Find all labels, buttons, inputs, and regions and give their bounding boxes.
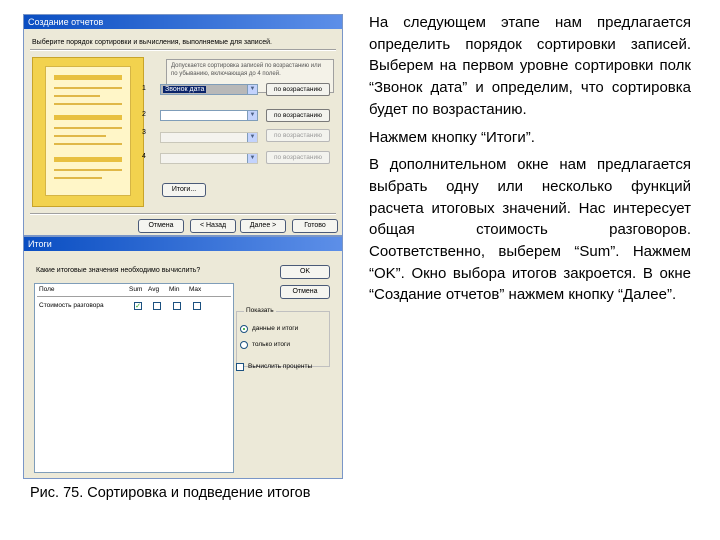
cancel-button[interactable]: Отмена bbox=[280, 285, 330, 299]
totals-only-radio[interactable] bbox=[240, 341, 248, 349]
next-button[interactable]: Далее > bbox=[240, 219, 286, 233]
cancel-button[interactable]: Отмена bbox=[138, 219, 184, 233]
sort-level-3-order-button[interactable]: по возрастанию bbox=[266, 129, 330, 142]
explanation-text: На следующем этапе нам предлагается опре… bbox=[369, 12, 691, 312]
preview-line bbox=[54, 127, 122, 129]
sort-level-1-value: Звонок дата bbox=[163, 86, 207, 93]
sort-level-3-combo[interactable]: ▼ bbox=[160, 132, 258, 143]
column-header-sum: Sum bbox=[129, 286, 143, 293]
detail-and-totals-radio[interactable] bbox=[240, 325, 248, 333]
column-header-max: Max bbox=[189, 286, 202, 293]
report-wizard-window: Создание отчетов Выберите порядок сортир… bbox=[23, 14, 343, 236]
sort-level-1-combo[interactable]: Звонок дата ▼ bbox=[160, 84, 258, 95]
paragraph: В дополнительном окне нам предлагается в… bbox=[369, 156, 691, 304]
column-header-field: Поле bbox=[39, 286, 55, 293]
sort-level-4-combo[interactable]: ▼ bbox=[160, 153, 258, 164]
preview-header-bar bbox=[54, 75, 122, 80]
figure-caption: Рис. 75. Сортировка и подведение итогов bbox=[30, 485, 311, 501]
field-name: Стоимость разговора bbox=[39, 302, 104, 309]
chevron-down-icon[interactable]: ▼ bbox=[247, 85, 257, 94]
ok-button[interactable]: OK bbox=[280, 265, 330, 279]
report-preview-sheet bbox=[45, 66, 131, 196]
show-group-label: Показать bbox=[244, 307, 276, 314]
chevron-down-icon[interactable]: ▼ bbox=[247, 154, 257, 163]
preview-line bbox=[54, 95, 100, 97]
totals-dialog: Итоги Какие итоговые значения необходимо… bbox=[23, 236, 343, 479]
chevron-down-icon[interactable]: ▼ bbox=[247, 133, 257, 142]
report-preview-image bbox=[32, 57, 144, 207]
detail-and-totals-label: данные и итоги bbox=[252, 325, 299, 332]
preview-line bbox=[54, 103, 122, 105]
min-checkbox[interactable] bbox=[173, 302, 181, 310]
report-wizard-description: Выберите порядок сортировки и вычисления… bbox=[32, 39, 272, 46]
totals-question: Какие итоговые значения необходимо вычис… bbox=[36, 267, 201, 274]
avg-checkbox[interactable] bbox=[153, 302, 161, 310]
preview-header-bar bbox=[54, 157, 122, 162]
column-header-avg: Avg bbox=[148, 286, 160, 293]
sort-level-3-label: 3 bbox=[142, 129, 146, 136]
sort-level-4-order-button[interactable]: по возрастанию bbox=[266, 151, 330, 164]
column-header-min: Min bbox=[169, 286, 180, 293]
preview-header-bar bbox=[54, 115, 122, 120]
sort-level-2-order-button[interactable]: по возрастанию bbox=[266, 109, 330, 122]
sort-level-4-label: 4 bbox=[142, 153, 146, 160]
paragraph: Нажмем кнопку “Итоги”. bbox=[369, 128, 535, 146]
preview-line bbox=[54, 169, 122, 171]
sort-level-2-label: 2 bbox=[142, 111, 146, 118]
totals-only-label: только итоги bbox=[252, 341, 291, 348]
divider bbox=[30, 49, 336, 51]
preview-line bbox=[54, 87, 122, 89]
sort-level-2-combo[interactable]: ▼ bbox=[160, 110, 258, 121]
paragraph: На следующем этапе нам предлагается опре… bbox=[369, 14, 691, 118]
sort-level-1-order-button[interactable]: по возрастанию bbox=[266, 83, 330, 96]
finish-button[interactable]: Готово bbox=[292, 219, 338, 233]
preview-line bbox=[54, 143, 122, 145]
show-group-box bbox=[236, 311, 330, 367]
back-button[interactable]: < Назад bbox=[190, 219, 236, 233]
max-checkbox[interactable] bbox=[193, 302, 201, 310]
chevron-down-icon[interactable]: ▼ bbox=[247, 111, 257, 120]
divider bbox=[37, 296, 231, 297]
sum-checkbox[interactable]: ✓ bbox=[134, 302, 142, 310]
preview-line bbox=[54, 135, 106, 137]
preview-line bbox=[54, 177, 102, 179]
divider bbox=[30, 213, 336, 215]
totals-dialog-title: Итоги bbox=[24, 237, 342, 251]
report-wizard-title: Создание отчетов bbox=[24, 15, 342, 29]
totals-button[interactable]: Итоги... bbox=[162, 183, 206, 197]
percent-checkbox[interactable] bbox=[236, 363, 244, 371]
sort-level-1-label: 1 bbox=[142, 85, 146, 92]
totals-grid: Поле Sum Avg Min Max Стоимость разговора… bbox=[34, 283, 234, 473]
percent-checkbox-label: Вычислить проценты bbox=[248, 363, 313, 370]
